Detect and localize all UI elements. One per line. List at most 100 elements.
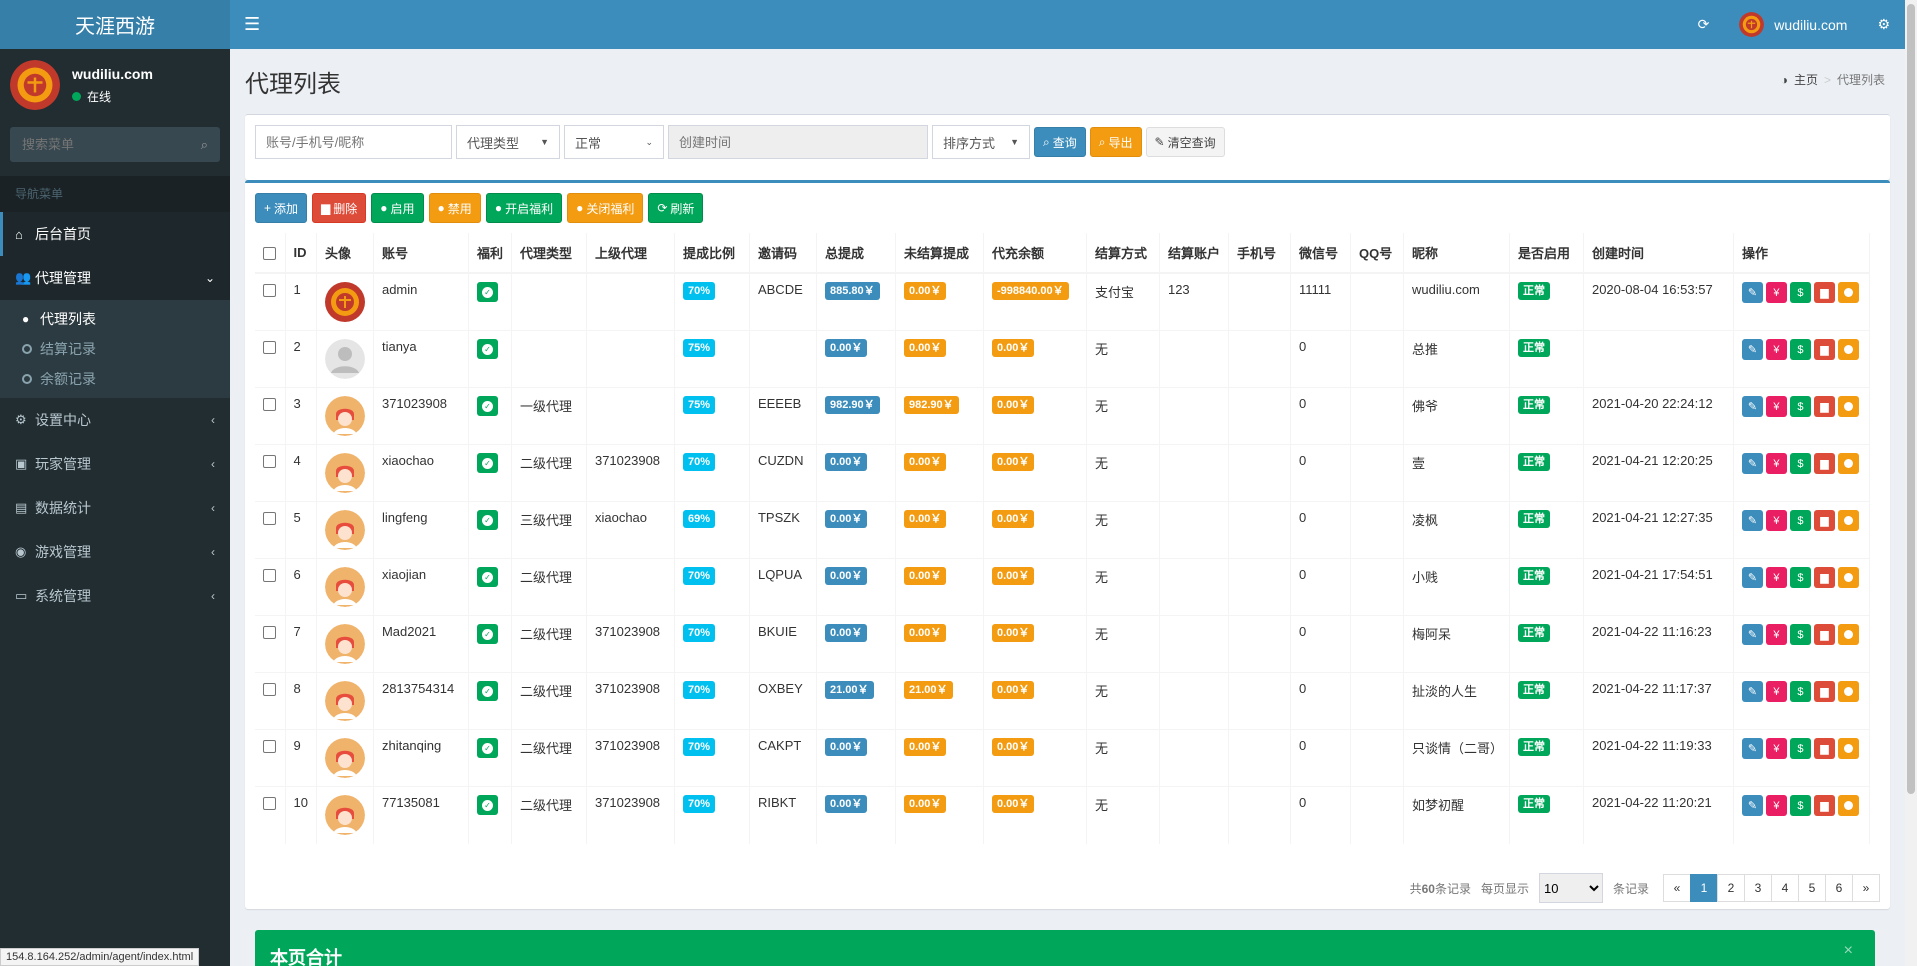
- per-page-select[interactable]: 10: [1538, 873, 1603, 903]
- agent-type-select[interactable]: 代理类型 ▼: [456, 125, 560, 159]
- table-row[interactable]: 3 371023908 ✓ 一级代理 75% EEEEB 982.90￥ 982.90￥ 0.0…: [255, 387, 1870, 445]
- table-row[interactable]: 1 admin ✓ 70% ABCDE 885.80￥ 0.00￥ -998840.00￥ 支付…: [255, 272, 1870, 331]
- table-row[interactable]: 8 2813754314 ✓ 二级代理 371023908 70% OXBEY 21.00￥ 2…: [255, 672, 1870, 730]
- edit-icon[interactable]: ✎: [1741, 339, 1763, 360]
- refresh-button[interactable]: ⟳ 刷新: [648, 193, 704, 223]
- yen-icon[interactable]: ¥: [1765, 567, 1787, 588]
- sidebar-item-system[interactable]: ▭ 系统管理 ‹: [0, 574, 230, 618]
- yen-icon[interactable]: ¥: [1765, 681, 1787, 702]
- table-row[interactable]: 2 tianya ✓ 75% 0.00￥ 0.00￥ 0.00￥ 无 0 总推 正常 ✎ ¥ $ ▆: [255, 330, 1870, 388]
- sidebar-item-agent-list[interactable]: ● 代理列表: [0, 304, 230, 334]
- sidebar-item-players[interactable]: ▣ 玩家管理 ‹: [0, 442, 230, 486]
- welfare-check-icon[interactable]: ✓: [476, 681, 498, 701]
- add-button[interactable]: + 添加: [255, 193, 308, 223]
- row-checkbox[interactable]: [263, 455, 276, 469]
- welfare-check-icon[interactable]: ✓: [476, 396, 498, 416]
- app-logo[interactable]: 天涯西游: [0, 0, 230, 49]
- table-row[interactable]: 4 xiaochao ✓ 二级代理 371023908 70% CUZDN 0.00￥ 0.00…: [255, 444, 1870, 502]
- sort-select[interactable]: 排序方式 ▼: [932, 125, 1030, 159]
- trash-icon[interactable]: ▆: [1813, 510, 1835, 531]
- welfare-check-icon[interactable]: ✓: [476, 567, 498, 587]
- trash-icon[interactable]: ▆: [1813, 738, 1835, 759]
- circle-icon[interactable]: [1837, 738, 1859, 759]
- enabled-badge[interactable]: 正常: [1517, 453, 1550, 471]
- row-checkbox[interactable]: [263, 740, 276, 754]
- circle-icon[interactable]: [1837, 396, 1859, 417]
- enabled-badge[interactable]: 正常: [1517, 396, 1550, 414]
- enabled-badge[interactable]: 正常: [1517, 510, 1550, 528]
- disable-welfare-button[interactable]: ● 关闭福利: [567, 193, 644, 223]
- row-checkbox[interactable]: [263, 284, 276, 298]
- circle-icon[interactable]: [1837, 453, 1859, 474]
- page-link[interactable]: 2: [1717, 874, 1745, 902]
- dollar-icon[interactable]: $: [1789, 396, 1811, 417]
- edit-icon[interactable]: ✎: [1741, 396, 1763, 417]
- circle-icon[interactable]: [1837, 339, 1859, 360]
- circle-icon[interactable]: [1837, 282, 1859, 303]
- dollar-icon[interactable]: $: [1789, 510, 1811, 531]
- delete-button[interactable]: ▆ 删除: [312, 193, 367, 223]
- sidebar-item-settlement[interactable]: 结算记录: [0, 334, 230, 364]
- yen-icon[interactable]: ¥: [1765, 339, 1787, 360]
- trash-icon[interactable]: ▆: [1813, 624, 1835, 645]
- trash-icon[interactable]: ▆: [1813, 453, 1835, 474]
- breadcrumb-home[interactable]: 主页: [1794, 71, 1818, 88]
- sidebar-search-input[interactable]: [22, 137, 201, 152]
- sidebar-item-games[interactable]: ◉ 游戏管理 ‹: [0, 530, 230, 574]
- edit-icon[interactable]: ✎: [1741, 795, 1763, 816]
- yen-icon[interactable]: ¥: [1765, 282, 1787, 303]
- trash-icon[interactable]: ▆: [1813, 795, 1835, 816]
- search-icon[interactable]: ⌕: [201, 137, 208, 153]
- enable-welfare-button[interactable]: ● 开启福利: [485, 193, 563, 223]
- dollar-icon[interactable]: $: [1789, 453, 1811, 474]
- enabled-badge[interactable]: 正常: [1517, 795, 1550, 813]
- export-button[interactable]: ⌕ 导出: [1089, 127, 1142, 157]
- user-menu[interactable]: wudiliu.com: [1724, 0, 1862, 49]
- disable-button[interactable]: ● 禁用: [428, 193, 481, 223]
- page-link[interactable]: 5: [1798, 874, 1826, 902]
- trash-icon[interactable]: ▆: [1813, 339, 1835, 360]
- page-link[interactable]: «: [1663, 874, 1691, 902]
- dollar-icon[interactable]: $: [1789, 624, 1811, 645]
- account-search-input[interactable]: [255, 125, 452, 159]
- sidebar-item-home[interactable]: ⌂ 后台首页: [0, 212, 230, 256]
- enabled-badge[interactable]: 正常: [1517, 282, 1550, 300]
- row-checkbox[interactable]: [263, 398, 276, 412]
- page-scrollbar[interactable]: [1905, 0, 1917, 966]
- table-row[interactable]: 5 lingfeng ✓ 三级代理 xiaochao 69% TPSZK 0.00￥ 0.00￥…: [255, 501, 1870, 559]
- trash-icon[interactable]: ▆: [1813, 681, 1835, 702]
- menu-toggle-icon[interactable]: ☰: [244, 14, 274, 35]
- welfare-check-icon[interactable]: ✓: [476, 453, 498, 473]
- welfare-check-icon[interactable]: ✓: [476, 738, 498, 758]
- col-created[interactable]: 创建时间: [1583, 233, 1734, 274]
- settings-icon[interactable]: ⚙: [1862, 0, 1905, 49]
- edit-icon[interactable]: ✎: [1741, 453, 1763, 474]
- page-link[interactable]: 4: [1771, 874, 1799, 902]
- table-row[interactable]: 7 Mad2021 ✓ 二级代理 371023908 70% BKUIE 0.00￥ 0.00￥…: [255, 615, 1870, 673]
- dollar-icon[interactable]: $: [1789, 795, 1811, 816]
- dollar-icon[interactable]: $: [1789, 282, 1811, 303]
- refresh-icon[interactable]: ⟳: [1683, 0, 1725, 49]
- circle-icon[interactable]: [1837, 510, 1859, 531]
- yen-icon[interactable]: ¥: [1765, 396, 1787, 417]
- row-checkbox[interactable]: [263, 569, 276, 583]
- welfare-check-icon[interactable]: ✓: [476, 339, 498, 359]
- clear-query-button[interactable]: ✎ 清空查询: [1145, 127, 1225, 157]
- circle-icon[interactable]: [1837, 681, 1859, 702]
- yen-icon[interactable]: ¥: [1765, 795, 1787, 816]
- sidebar-item-stats[interactable]: ▤ 数据统计 ‹: [0, 486, 230, 530]
- edit-icon[interactable]: ✎: [1741, 510, 1763, 531]
- yen-icon[interactable]: ¥: [1765, 738, 1787, 759]
- col-account[interactable]: 账号: [373, 233, 469, 274]
- welfare-check-icon[interactable]: ✓: [476, 624, 498, 644]
- enable-button[interactable]: ● 启用: [371, 193, 424, 223]
- close-icon[interactable]: ×: [1844, 942, 1853, 960]
- row-checkbox[interactable]: [263, 626, 276, 640]
- status-select[interactable]: 正常 ⌄: [564, 125, 664, 159]
- edit-icon[interactable]: ✎: [1741, 738, 1763, 759]
- sidebar-item-agent[interactable]: 👥 代理管理 ⌄: [0, 256, 230, 300]
- page-link[interactable]: 1: [1690, 874, 1718, 902]
- circle-icon[interactable]: [1837, 795, 1859, 816]
- table-row[interactable]: 6 xiaojian ✓ 二级代理 70% LQPUA 0.00￥ 0.00￥ 0.00￥ 无 0 小…: [255, 558, 1870, 616]
- trash-icon[interactable]: ▆: [1813, 567, 1835, 588]
